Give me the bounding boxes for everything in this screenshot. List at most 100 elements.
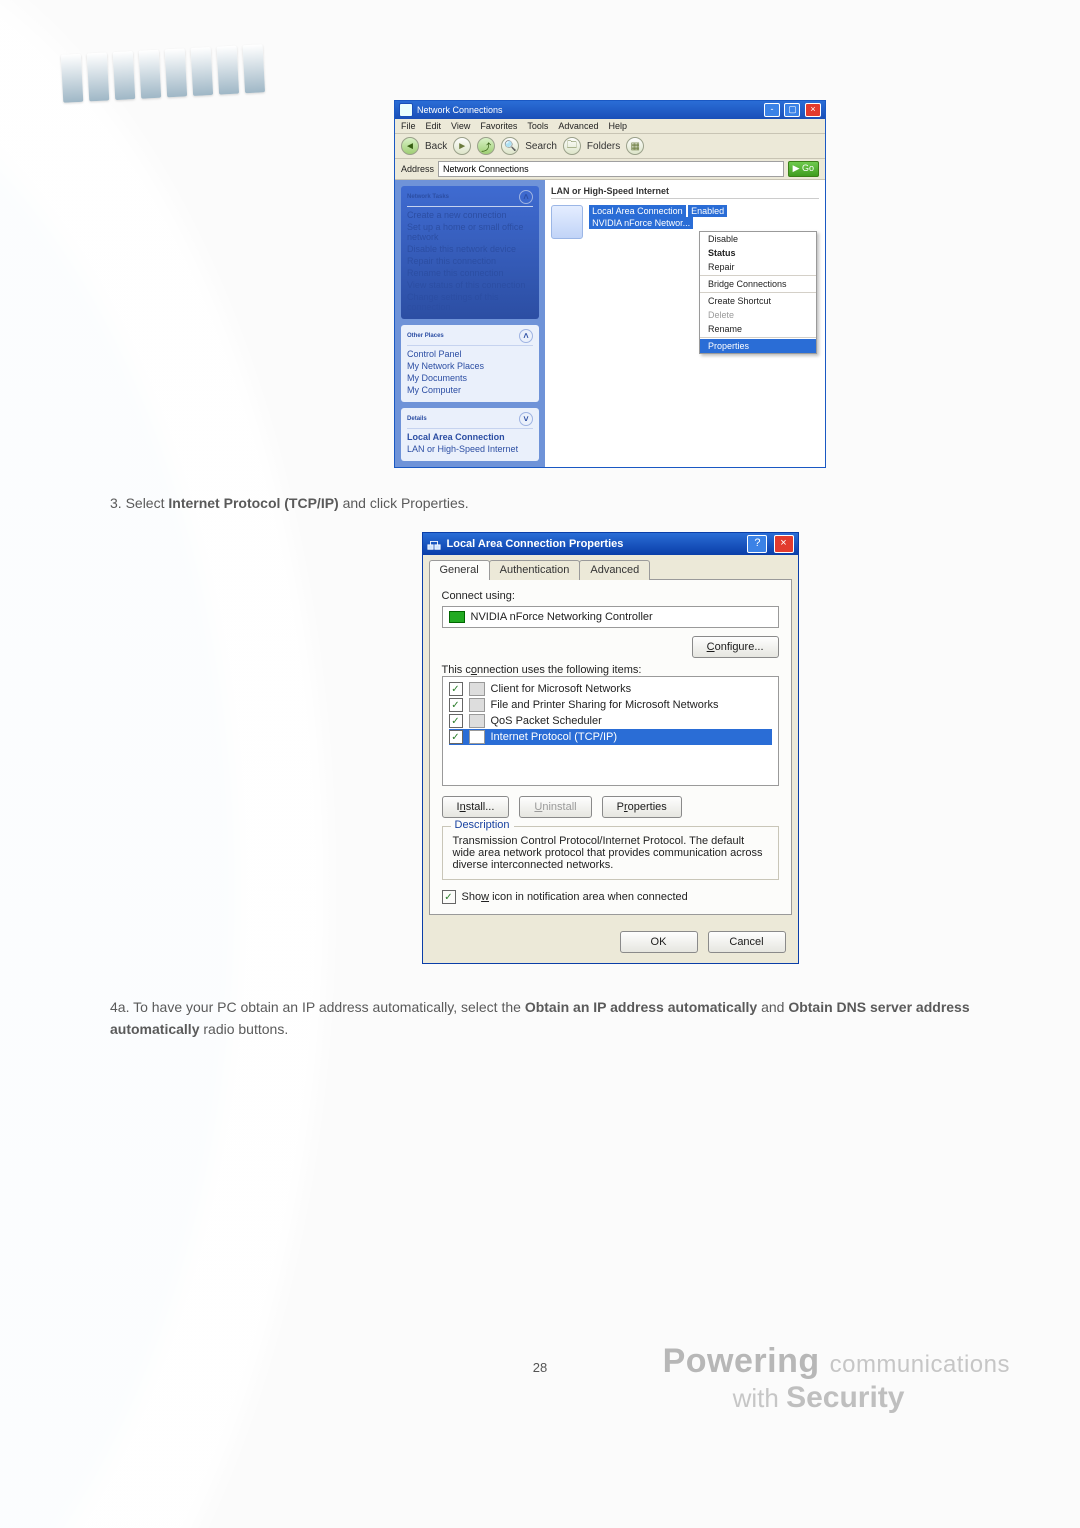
toolbar: ◄ Back ► ⤴ 🔍 Search 🗀 Folders ▦ xyxy=(395,134,825,159)
address-label: Address xyxy=(401,164,434,174)
ctx-bridge[interactable]: Bridge Connections xyxy=(700,277,816,291)
task-item[interactable]: Create a new connection xyxy=(407,209,533,221)
uninstall-button: Uninstall xyxy=(519,796,591,818)
dialog-page: Connect using: NVIDIA nForce Networking … xyxy=(429,579,792,915)
place-item[interactable]: My Network Places xyxy=(407,360,533,372)
task-item[interactable]: View status of this connection xyxy=(407,279,533,291)
dialog-titlebar: Local Area Connection Properties ? × xyxy=(423,533,798,555)
address-input[interactable] xyxy=(438,161,784,177)
place-item[interactable]: My Computer xyxy=(407,384,533,396)
address-bar: Address ▶ Go xyxy=(395,159,825,180)
description-label: Description xyxy=(451,819,514,831)
ctx-delete: Delete xyxy=(700,308,816,322)
menu-tools[interactable]: Tools xyxy=(527,121,548,131)
menu-help[interactable]: Help xyxy=(608,121,627,131)
group-title: LAN or High-Speed Internet xyxy=(551,186,819,199)
checkbox-icon[interactable] xyxy=(449,714,463,728)
checkbox-icon[interactable] xyxy=(449,698,463,712)
network-tasks-title: Network Tasks xyxy=(407,194,449,200)
ctx-disable[interactable]: Disable xyxy=(700,232,816,246)
details-panel: Details ˅ Local Area Connection LAN or Hi… xyxy=(401,408,539,461)
views-icon[interactable]: ▦ xyxy=(626,137,644,155)
task-item[interactable]: Rename this connection xyxy=(407,267,533,279)
show-icon-checkbox[interactable]: ✓ xyxy=(442,890,456,904)
other-places-title: Other Places xyxy=(407,333,444,339)
lan-properties-dialog: Local Area Connection Properties ? × Gen… xyxy=(422,532,799,964)
forward-icon[interactable]: ► xyxy=(453,137,471,155)
folders-icon[interactable]: 🗀 xyxy=(563,137,581,155)
menu-edit[interactable]: Edit xyxy=(426,121,442,131)
place-item[interactable]: Control Panel xyxy=(407,348,533,360)
cancel-button[interactable]: Cancel xyxy=(708,931,786,953)
connections-list: LAN or High-Speed Internet Local Area Co… xyxy=(545,180,825,467)
ctx-rename[interactable]: Rename xyxy=(700,322,816,336)
network-connections-window: Network Connections ‑ ▢ × File Edit View… xyxy=(394,100,826,468)
task-item[interactable]: Disable this network device xyxy=(407,243,533,255)
component-icon xyxy=(469,714,485,728)
back-icon[interactable]: ◄ xyxy=(401,137,419,155)
chevron-up-icon[interactable]: ˄ xyxy=(519,329,533,343)
checkbox-icon[interactable] xyxy=(449,730,463,744)
maximize-button[interactable]: ▢ xyxy=(784,103,800,117)
ctx-properties[interactable]: Properties xyxy=(700,339,816,353)
show-icon-label: Show icon in notification area when conn… xyxy=(462,891,688,903)
context-menu: Disable Status Repair Bridge Connections… xyxy=(699,231,817,354)
tab-general[interactable]: General xyxy=(429,560,490,580)
chevron-up-icon[interactable]: ˄ xyxy=(519,190,533,204)
close-button[interactable]: × xyxy=(805,103,821,117)
adapter-name: NVIDIA nForce Networking Controller xyxy=(471,611,653,623)
help-button[interactable]: ? xyxy=(747,535,767,553)
folders-label: Folders xyxy=(587,141,620,152)
menu-bar: File Edit View Favorites Tools Advanced … xyxy=(395,119,825,134)
window-buttons: ‑ ▢ × xyxy=(762,103,821,117)
brand-logo xyxy=(61,41,323,107)
adapter-icon xyxy=(449,611,465,623)
details-item: Local Area Connection xyxy=(407,431,533,443)
component-list[interactable]: Client for Microsoft Networks File and P… xyxy=(442,676,779,786)
list-item[interactable]: Client for Microsoft Networks xyxy=(449,681,772,697)
tab-authentication[interactable]: Authentication xyxy=(489,560,581,580)
checkbox-icon[interactable] xyxy=(449,682,463,696)
menu-favorites[interactable]: Favorites xyxy=(480,121,517,131)
component-icon xyxy=(469,682,485,696)
ok-button[interactable]: OK xyxy=(620,931,698,953)
menu-file[interactable]: File xyxy=(401,121,416,131)
titlebar: Network Connections ‑ ▢ × xyxy=(395,101,825,119)
list-item[interactable]: QoS Packet Scheduler xyxy=(449,713,772,729)
ctx-repair[interactable]: Repair xyxy=(700,260,816,274)
configure-button[interactable]: CConfigure...onfigure... xyxy=(692,636,779,658)
go-button[interactable]: ▶ Go xyxy=(788,161,819,177)
chevron-down-icon[interactable]: ˅ xyxy=(519,412,533,426)
menu-view[interactable]: View xyxy=(451,121,470,131)
properties-button[interactable]: Properties xyxy=(602,796,682,818)
list-item[interactable]: File and Printer Sharing for Microsoft N… xyxy=(449,697,772,713)
close-button[interactable]: × xyxy=(774,535,794,553)
task-item[interactable]: Repair this connection xyxy=(407,255,533,267)
list-item-selected[interactable]: Internet Protocol (TCP/IP) xyxy=(449,729,772,745)
connection-status: Enabled xyxy=(688,205,727,217)
search-icon[interactable]: 🔍 xyxy=(501,137,519,155)
ctx-status[interactable]: Status xyxy=(700,246,816,260)
ctx-shortcut[interactable]: Create Shortcut xyxy=(700,294,816,308)
task-item[interactable]: Change settings of this connection xyxy=(407,291,533,313)
menu-advanced[interactable]: Advanced xyxy=(558,121,598,131)
window-title: Network Connections xyxy=(417,105,503,115)
uses-label: This connection uses the following items… xyxy=(442,664,779,676)
task-item[interactable]: Set up a home or small office network xyxy=(407,221,533,243)
details-title: Details xyxy=(407,416,427,422)
component-icon xyxy=(469,698,485,712)
install-button[interactable]: Install... xyxy=(442,796,510,818)
place-item[interactable]: My Documents xyxy=(407,372,533,384)
details-item: LAN or High-Speed Internet xyxy=(407,443,533,455)
back-label: Back xyxy=(425,141,447,152)
side-panel: Network Tasks ˄ Create a new connection S… xyxy=(395,180,545,467)
search-label: Search xyxy=(525,141,557,152)
minimize-button[interactable]: ‑ xyxy=(764,103,780,117)
network-icon xyxy=(427,537,441,551)
up-icon[interactable]: ⤴ xyxy=(477,137,495,155)
connection-icon xyxy=(551,205,583,239)
window-icon xyxy=(399,103,413,117)
description-group: Description Transmission Control Protoco… xyxy=(442,826,779,880)
component-icon xyxy=(469,730,485,744)
tab-advanced[interactable]: Advanced xyxy=(579,560,650,580)
